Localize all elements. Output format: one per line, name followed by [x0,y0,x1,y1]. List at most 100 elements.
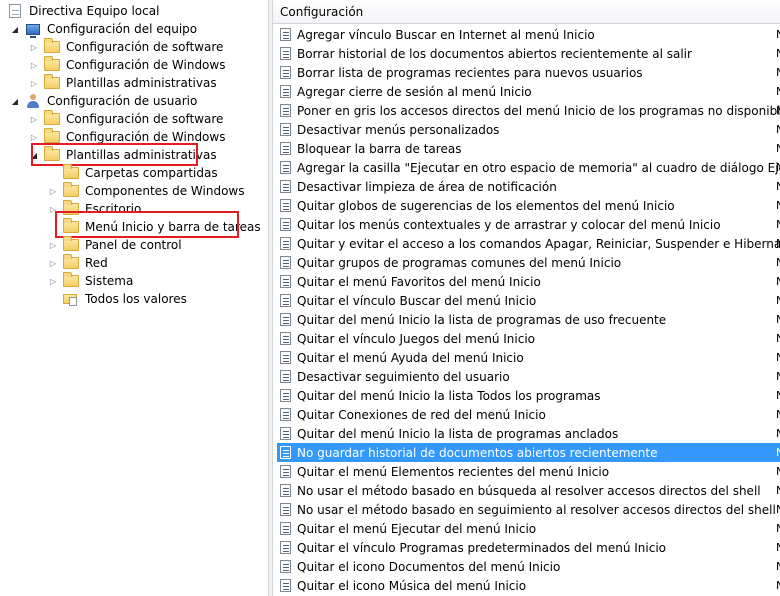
collapsed-arrow-icon[interactable]: ▷ [29,110,39,128]
tree-node-user-configuration[interactable]: ◢ Configuración de usuario [10,92,199,110]
collapsed-arrow-icon[interactable]: ▷ [29,56,39,74]
setting-row[interactable]: Quitar el menú Elementos recientes del m… [277,462,780,481]
settings-list: Configuración Agregar vínculo Buscar en … [273,0,780,596]
folder-icon [43,110,61,127]
policy-setting-icon [280,313,291,326]
setting-row[interactable]: Quitar globos de sugerencias de los elem… [277,196,780,215]
setting-name: Quitar globos de sugerencias de los elem… [297,198,675,213]
setting-name: Bloquear la barra de tareas [297,141,462,156]
setting-row[interactable]: Agregar la casilla "Ejecutar en otro esp… [277,158,780,177]
setting-row[interactable]: Quitar el vínculo Juegos del menú Inicio [277,329,780,348]
setting-row[interactable]: Bloquear la barra de tareas [277,139,780,158]
setting-name: No usar el método basado en seguimiento … [297,502,776,517]
tree-node-label: Configuración del equipo [47,22,198,36]
setting-row[interactable]: Quitar del menú Inicio la lista de progr… [277,310,780,329]
state-column-cell: N [776,291,780,310]
state-column-cell: N [776,139,780,158]
expanded-arrow-icon[interactable]: ◢ [10,92,20,110]
state-column-cell: N [776,348,780,367]
tree-node-computer-admin-templates[interactable]: ▷ Plantillas administrativas [29,74,219,92]
setting-name: Quitar grupos de programas comunes del m… [297,255,622,270]
folder-icon [62,218,80,235]
tree-node-label: Componentes de Windows [85,184,245,198]
setting-name: Quitar del menú Inicio la lista de progr… [297,312,667,327]
policy-setting-icon [280,389,291,402]
policy-setting-icon [280,427,291,440]
setting-row[interactable]: No usar el método basado en seguimiento … [277,500,780,519]
setting-row[interactable]: No usar el método basado en búsqueda al … [277,481,780,500]
setting-row[interactable]: Quitar el menú Favoritos del menú Inicio [277,272,780,291]
state-column-cell: N [776,329,780,348]
setting-name: No guardar historial de documentos abier… [297,445,658,460]
setting-row[interactable]: Quitar el menú Ayuda del menú Inicio [277,348,780,367]
policy-setting-icon [280,161,291,174]
state-column-cell: N [776,424,780,443]
policy-setting-icon [280,351,291,364]
setting-row[interactable]: Desactivar menús personalizados [277,120,780,139]
setting-name: Quitar el menú Elementos recientes del m… [297,464,610,479]
tree-node-all-settings[interactable]: Todos los valores [48,290,189,308]
computer-icon [24,21,42,38]
tree-node-shared-folders[interactable]: Carpetas compartidas [48,164,220,182]
setting-row[interactable]: No guardar historial de documentos abier… [277,443,780,462]
collapsed-arrow-icon[interactable]: ▷ [48,182,58,200]
collapsed-arrow-icon[interactable]: ▷ [48,272,58,290]
tree-node-control-panel[interactable]: ▷ Panel de control [48,236,184,254]
folder-icon [62,254,80,271]
setting-row[interactable]: Quitar los menús contextuales y de arras… [277,215,780,234]
setting-name: Quitar el menú Ayuda del menú Inicio [297,350,524,365]
tree-node-computer-software-settings[interactable]: ▷ Configuración de software [29,38,225,56]
expanded-arrow-icon[interactable]: ◢ [10,20,20,38]
tree-node-root[interactable]: Directiva Equipo local [6,2,161,20]
tree-node-desktop[interactable]: ▷ Escritorio [48,200,143,218]
state-column-cell: N [776,481,780,500]
setting-row[interactable]: Quitar el menú Ejecutar del menú Inicio [277,519,780,538]
collapsed-arrow-icon[interactable]: ▷ [29,38,39,56]
tree-node-system[interactable]: ▷ Sistema [48,272,135,290]
collapsed-arrow-icon[interactable]: ▷ [29,74,39,92]
state-column-cell: N [776,310,780,329]
setting-row[interactable]: Borrar historial de los documentos abier… [277,44,780,63]
tree-node-network[interactable]: ▷ Red [48,254,110,272]
tree-node-computer-windows-settings[interactable]: ▷ Configuración de Windows [29,56,227,74]
tree-node-user-software-settings[interactable]: ▷ Configuración de software [29,110,225,128]
setting-row[interactable]: Borrar lista de programas recientes para… [277,63,780,82]
setting-name: Agregar cierre de sesión al menú Inicio [297,84,532,99]
setting-row[interactable]: Poner en gris los accesos directos del m… [277,101,780,120]
state-column-cell: N [776,576,780,595]
tree-node-label: Plantillas administrativas [66,148,217,162]
setting-row[interactable]: Desactivar seguimiento del usuario [277,367,780,386]
collapsed-arrow-icon[interactable]: ▷ [29,128,39,146]
setting-row[interactable]: Agregar cierre de sesión al menú Inicio [277,82,780,101]
tree-node-start-menu-taskbar[interactable]: Menú Inicio y barra de tareas [48,218,263,236]
setting-row[interactable]: Agregar vínculo Buscar en Internet al me… [277,25,780,44]
setting-row[interactable]: Quitar grupos de programas comunes del m… [277,253,780,272]
collapsed-arrow-icon[interactable]: ▷ [48,236,58,254]
tree-node-user-admin-templates[interactable]: ◢ Plantillas administrativas [29,146,219,164]
state-column-cell: N [776,443,780,462]
policy-setting-icon [280,199,291,212]
collapsed-arrow-icon[interactable]: ▷ [48,254,58,272]
tree-node-windows-components[interactable]: ▷ Componentes de Windows [48,182,247,200]
setting-name: Desactivar limpieza de área de notificac… [297,179,557,194]
tree-node-computer-configuration[interactable]: ◢ Configuración del equipo [10,20,199,38]
setting-row[interactable]: Quitar Conexiones de red del menú Inicio [277,405,780,424]
setting-row[interactable]: Desactivar limpieza de área de notificac… [277,177,780,196]
column-header-setting[interactable]: Configuración [273,0,780,24]
setting-name: Poner en gris los accesos directos del m… [297,103,780,118]
tree-node-user-windows-settings[interactable]: ▷ Configuración de Windows [29,128,227,146]
policy-setting-icon [280,123,291,136]
expanded-arrow-icon[interactable]: ◢ [29,146,39,164]
setting-row[interactable]: Quitar el icono Documentos del menú Inic… [277,557,780,576]
collapsed-arrow-icon[interactable]: ▷ [48,200,58,218]
state-column-cell: N [776,158,780,177]
setting-row[interactable]: Quitar el vínculo Programas predetermina… [277,538,780,557]
setting-row[interactable]: Quitar del menú Inicio la lista Todos lo… [277,386,780,405]
setting-row[interactable]: Quitar el vínculo Buscar del menú Inicio [277,291,780,310]
setting-row[interactable]: Quitar el icono Música del menú Inicio [277,576,780,595]
policy-document-icon [6,3,24,19]
setting-row[interactable]: Quitar del menú Inicio la lista de progr… [277,424,780,443]
folder-icon [62,272,80,289]
state-column-cell: N [776,405,780,424]
setting-row[interactable]: Quitar y evitar el acceso a los comandos… [277,234,780,253]
